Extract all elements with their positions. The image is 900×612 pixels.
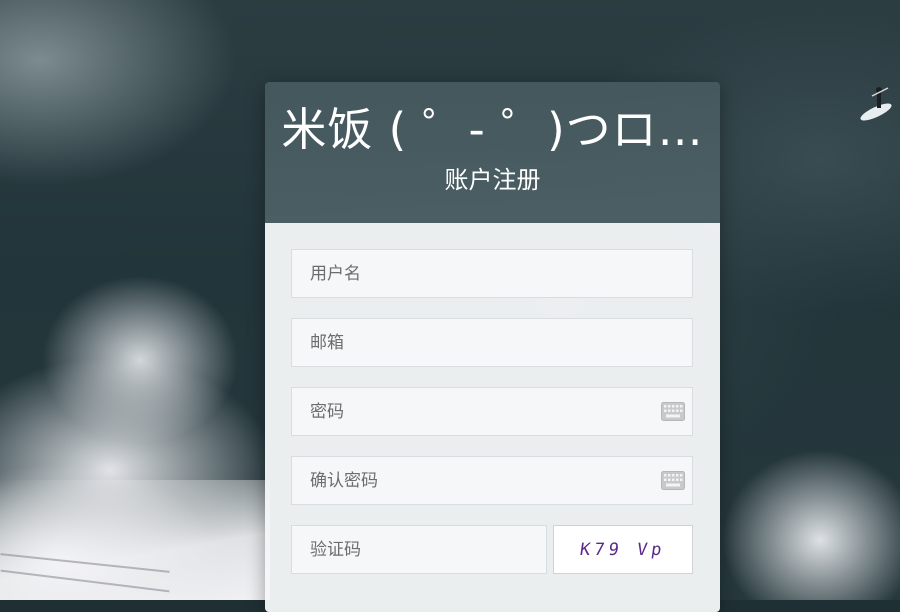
paddleboarder-figure: [860, 87, 892, 121]
register-form: K79 Vp: [265, 223, 720, 612]
username-input[interactable]: [292, 250, 692, 297]
captcha-field: [291, 525, 547, 574]
site-name: 米饭 ( ゜- ゜)つロ…: [281, 103, 704, 156]
captcha-row: K79 Vp: [291, 525, 694, 594]
keyboard-icon[interactable]: [661, 402, 685, 421]
captcha-image[interactable]: K79 Vp: [553, 525, 693, 574]
form-title: 账户注册: [444, 166, 541, 194]
register-card: 米饭 ( ゜- ゜)つロ… 账户注册 用户名 邮箱 验证码 K79 Vp: [265, 82, 720, 612]
captcha-text: K79 Vp: [578, 539, 668, 560]
password-field: [291, 387, 693, 436]
password-input[interactable]: [292, 388, 692, 435]
keyboard-icon[interactable]: [661, 471, 685, 490]
confirm-password-input[interactable]: [292, 457, 692, 504]
email-input[interactable]: [292, 319, 692, 366]
email-field: [291, 318, 693, 367]
username-field: [291, 249, 693, 298]
snow-bank: [0, 480, 270, 600]
card-header: 米饭 ( ゜- ゜)つロ… 账户注册: [265, 82, 720, 223]
captcha-input[interactable]: [292, 526, 546, 573]
confirm-password-field: [291, 456, 693, 505]
